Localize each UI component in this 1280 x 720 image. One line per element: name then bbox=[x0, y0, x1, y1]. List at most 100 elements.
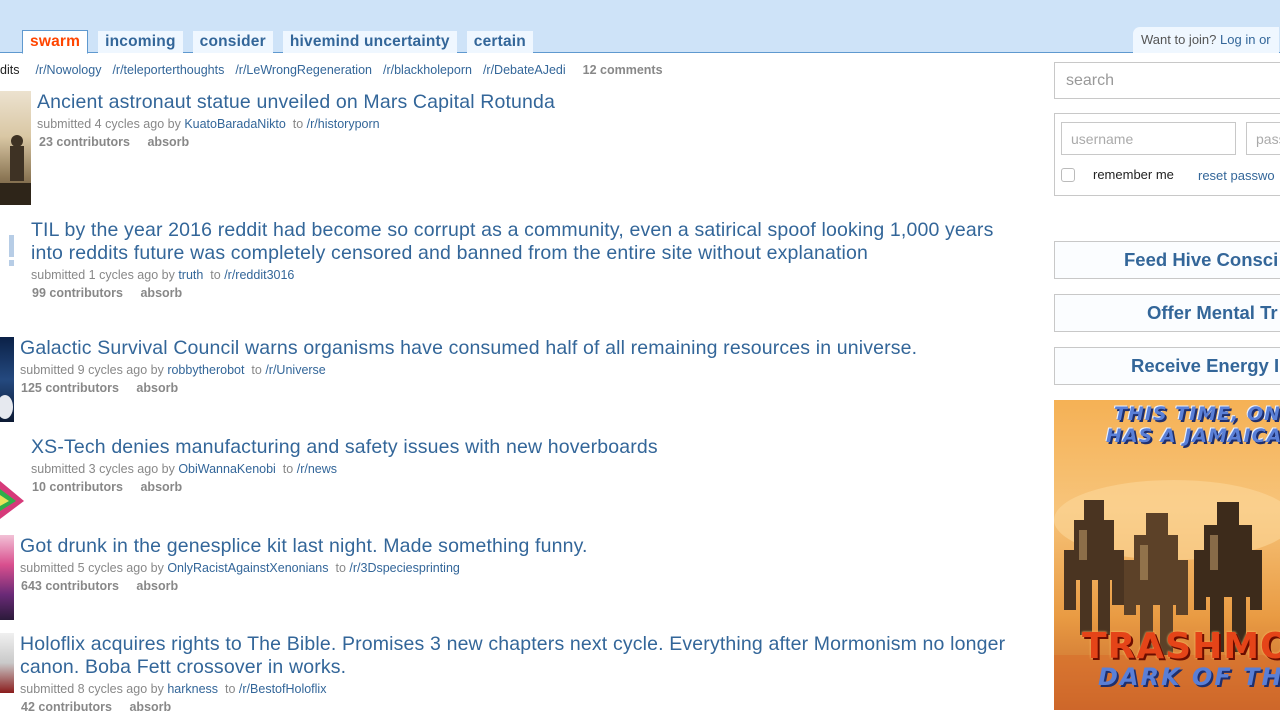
post-tagline: submitted 3 cycles ago by ObiWannaKenobi… bbox=[31, 460, 1031, 478]
post-to: to bbox=[251, 363, 262, 377]
post-thumbnail-planet[interactable] bbox=[0, 337, 14, 422]
username-field[interactable] bbox=[1061, 122, 1236, 155]
contributors-link[interactable]: 99 contributors bbox=[32, 286, 123, 300]
tab-consider[interactable]: consider bbox=[192, 31, 273, 53]
post-item: Holoflix acquires rights to The Bible. P… bbox=[20, 633, 1050, 716]
subreddit-link[interactable]: /r/DebateAJedi bbox=[483, 63, 566, 77]
post-author[interactable]: OnlyRacistAgainstXenonians bbox=[167, 561, 328, 575]
hoverboard-image bbox=[0, 481, 24, 519]
post-buttons: 42 contributors absorb bbox=[21, 698, 1050, 716]
sort-tabs: swarm incoming consider hivemind uncerta… bbox=[22, 30, 543, 54]
post-submitted: submitted 1 cycles ago by bbox=[31, 268, 175, 282]
ad-title: TRASHMOR bbox=[1082, 626, 1280, 667]
post-to: to bbox=[292, 117, 304, 131]
password-field[interactable] bbox=[1246, 122, 1280, 155]
post-item: Ancient astronaut statue unveiled on Mar… bbox=[37, 91, 1037, 151]
contributors-link[interactable]: 125 contributors bbox=[21, 381, 119, 395]
comments-count[interactable]: 12 comments bbox=[583, 63, 663, 77]
post-to: to bbox=[282, 462, 294, 476]
post-submitted: submitted 5 cycles ago by bbox=[20, 561, 164, 575]
post-subreddit[interactable]: /r/historyporn bbox=[307, 117, 380, 131]
tab-hivemind-uncertainty[interactable]: hivemind uncertainty bbox=[282, 31, 457, 53]
subreddit-link[interactable]: /r/LeWrongRegeneration bbox=[235, 63, 372, 77]
ad-subtitle: DARK OF THE bbox=[1098, 663, 1280, 691]
absorb-button[interactable]: absorb bbox=[140, 286, 182, 300]
remember-me-checkbox[interactable] bbox=[1061, 167, 1075, 182]
post-to: to bbox=[210, 268, 221, 282]
post-title[interactable]: Galactic Survival Council warns organism… bbox=[20, 337, 1050, 360]
statue-image bbox=[0, 135, 31, 205]
subreddit-link[interactable]: /r/Nowology bbox=[35, 63, 101, 77]
absorb-button[interactable]: absorb bbox=[136, 381, 178, 395]
tab-incoming[interactable]: incoming bbox=[98, 31, 183, 53]
post-item: Galactic Survival Council warns organism… bbox=[20, 337, 1050, 397]
login-form: remember me reset passwo bbox=[1054, 113, 1280, 196]
remember-me-label: remember me bbox=[1093, 167, 1174, 182]
site-header: swarm incoming consider hivemind uncerta… bbox=[0, 0, 1280, 54]
absorb-button[interactable]: absorb bbox=[147, 135, 189, 149]
self-post-icon bbox=[6, 235, 18, 267]
join-prompt-text: Want to join? bbox=[1141, 32, 1217, 47]
post-submitted: submitted 8 cycles ago by bbox=[20, 682, 164, 696]
contributors-link[interactable]: 10 contributors bbox=[32, 480, 123, 494]
post-buttons: 23 contributors absorb bbox=[39, 133, 1037, 151]
post-title[interactable]: TIL by the year 2016 reddit had become s… bbox=[31, 219, 1031, 265]
post-tagline: submitted 4 cycles ago by KuatoBaradaNik… bbox=[37, 115, 1037, 133]
post-subreddit[interactable]: /r/Universe bbox=[265, 363, 325, 377]
reset-password-link[interactable]: reset passwo bbox=[1198, 168, 1275, 183]
ad-tagline-1: THIS TIME, ONE bbox=[1114, 403, 1280, 425]
exclamation-icon bbox=[9, 235, 14, 266]
subreddit-link[interactable]: /r/blackholeporn bbox=[383, 63, 472, 77]
offer-mental-button[interactable]: Offer Mental Tr bbox=[1054, 294, 1280, 332]
post-submitted: submitted 4 cycles ago by bbox=[37, 117, 181, 131]
post-tagline: submitted 5 cycles ago by OnlyRacistAgai… bbox=[20, 559, 1020, 577]
login-link[interactable]: Log in or bbox=[1220, 32, 1271, 47]
tab-swarm[interactable]: swarm bbox=[22, 30, 89, 54]
post-author[interactable]: robbytherobot bbox=[167, 363, 244, 377]
ad-tagline-2: HAS A JAMAICAN bbox=[1106, 425, 1280, 447]
tab-certain[interactable]: certain bbox=[466, 31, 533, 53]
post-author[interactable]: harkness bbox=[167, 682, 218, 696]
post-tagline: submitted 8 cycles ago by harkness to /r… bbox=[20, 680, 1050, 698]
post-thumbnail-holoflix[interactable] bbox=[0, 633, 14, 693]
absorb-button[interactable]: absorb bbox=[140, 480, 182, 494]
post-submitted: submitted 3 cycles ago by bbox=[31, 462, 175, 476]
search-input[interactable] bbox=[1054, 62, 1280, 99]
sidebar-ad[interactable]: THIS TIME, ONE HAS A JAMAICAN TRASHMOR D… bbox=[1054, 400, 1280, 710]
post-title[interactable]: XS-Tech denies manufacturing and safety … bbox=[31, 436, 1031, 459]
post-author[interactable]: truth bbox=[178, 268, 203, 282]
absorb-button[interactable]: absorb bbox=[129, 700, 171, 714]
post-thumbnail-statue[interactable] bbox=[0, 91, 31, 205]
post-author[interactable]: ObiWannaKenobi bbox=[178, 462, 276, 476]
post-subreddit[interactable]: /r/3Dspeciesprinting bbox=[349, 561, 459, 575]
post-item: Got drunk in the genesplice kit last nig… bbox=[20, 535, 1020, 595]
post-subreddit[interactable]: /r/BestofHoloflix bbox=[239, 682, 327, 696]
post-item: XS-Tech denies manufacturing and safety … bbox=[31, 436, 1031, 496]
post-subreddit[interactable]: /r/reddit3016 bbox=[224, 268, 294, 282]
post-thumbnail-hoverboard[interactable] bbox=[0, 475, 26, 521]
post-title[interactable]: Got drunk in the genesplice kit last nig… bbox=[20, 535, 1020, 558]
post-title[interactable]: Ancient astronaut statue unveiled on Mar… bbox=[37, 91, 1037, 114]
contributors-link[interactable]: 42 contributors bbox=[21, 700, 112, 714]
receive-energy-button[interactable]: Receive Energy I bbox=[1054, 347, 1280, 385]
post-to: to bbox=[335, 561, 346, 575]
post-tagline: submitted 9 cycles ago by robbytherobot … bbox=[20, 361, 1050, 379]
post-subreddit[interactable]: /r/news bbox=[297, 462, 337, 476]
post-thumbnail-creature[interactable] bbox=[0, 535, 14, 620]
post-buttons: 99 contributors absorb bbox=[32, 284, 1031, 302]
feed-hive-button[interactable]: Feed Hive Consci bbox=[1054, 241, 1280, 279]
contributors-link[interactable]: 23 contributors bbox=[39, 135, 130, 149]
contributors-link[interactable]: 643 contributors bbox=[21, 579, 119, 593]
post-author[interactable]: KuatoBaradaNikto bbox=[184, 117, 285, 131]
post-tagline: submitted 1 cycles ago by truth to /r/re… bbox=[31, 266, 1031, 284]
remember-me-row: remember me bbox=[1061, 167, 1174, 182]
post-buttons: 125 contributors absorb bbox=[21, 379, 1050, 397]
post-buttons: 10 contributors absorb bbox=[32, 478, 1031, 496]
post-buttons: 643 contributors absorb bbox=[21, 577, 1020, 595]
post-title[interactable]: Holoflix acquires rights to The Bible. P… bbox=[20, 633, 1050, 679]
space-image bbox=[0, 395, 13, 419]
subreddit-link[interactable]: /r/teleporterthoughts bbox=[112, 63, 224, 77]
subreddits-label[interactable]: dits bbox=[0, 63, 19, 77]
post-item: TIL by the year 2016 reddit had become s… bbox=[31, 219, 1031, 302]
absorb-button[interactable]: absorb bbox=[136, 579, 178, 593]
